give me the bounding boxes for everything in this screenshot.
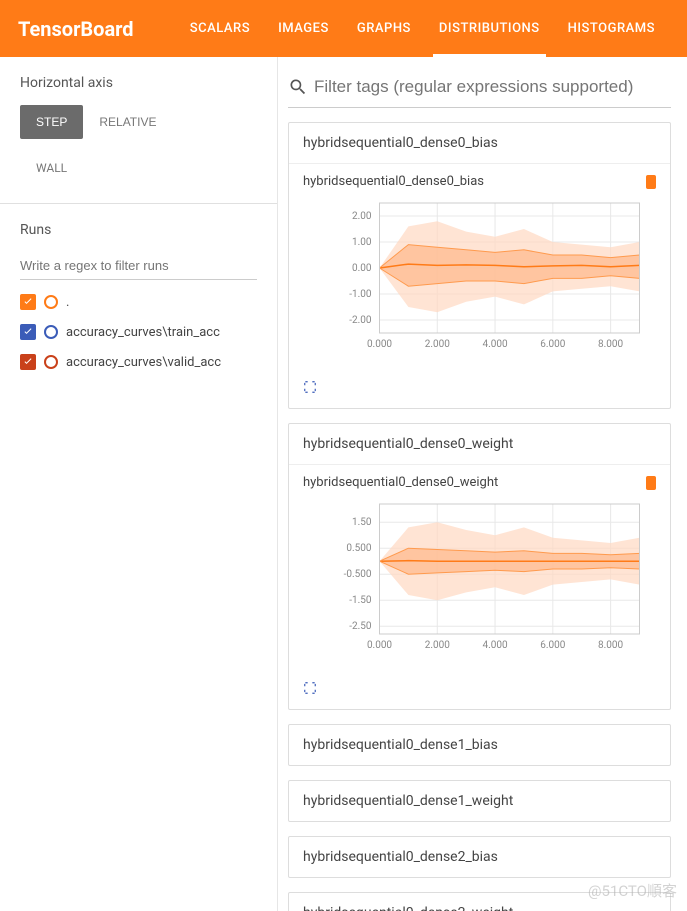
svg-text:-2.00: -2.00 [349,315,372,326]
run-label: . [66,295,69,310]
search-bar [288,71,671,108]
svg-text:0.00: 0.00 [352,263,372,274]
card-header[interactable]: hybridsequential0_dense0_bias [289,123,670,164]
app-logo: TensorBoard [18,17,134,41]
chart-title: hybridsequential0_dense0_bias [303,174,484,189]
svg-text:1.00: 1.00 [352,237,372,248]
checkbox-icon[interactable] [20,294,36,310]
card-header[interactable]: hybridsequential0_dense2_bias [289,837,670,877]
svg-text:4.000: 4.000 [482,339,507,350]
run-badge-icon[interactable] [646,175,656,189]
tab-scalars[interactable]: SCALARS [176,0,264,57]
tag-filter-input[interactable] [314,77,671,97]
svg-text:6.000: 6.000 [540,640,565,651]
watermark: @51CTO順客 [588,880,677,901]
tab-graphs[interactable]: GRAPHS [343,0,425,57]
run-label: accuracy_curves\valid_acc [66,355,221,370]
run-label: accuracy_curves\train_acc [66,325,220,340]
card: hybridsequential0_dense0_weight hybridse… [288,423,671,710]
runs-section-title: Runs [20,222,257,238]
run-badge-icon[interactable] [646,476,656,490]
nav-tabs: SCALARS IMAGES GRAPHS DISTRIBUTIONS HIST… [176,0,669,57]
distribution-chart: 1.50 0.500 -0.500 -1.50 -2.50 0.000 2.000 4.000… [303,494,656,664]
card: hybridsequential0_dense0_bias hybridsequ… [288,122,671,409]
runs-filter-input[interactable] [20,252,257,280]
svg-text:8.000: 8.000 [598,339,623,350]
axis-relative-button[interactable]: RELATIVE [83,105,172,139]
card-header[interactable]: hybridsequential0_dense1_weight [289,781,670,821]
svg-text:1.50: 1.50 [352,517,372,528]
svg-text:0.500: 0.500 [346,543,371,554]
axis-section-title: Horizontal axis [20,75,257,91]
svg-text:-1.00: -1.00 [349,289,372,300]
search-icon [288,77,308,97]
card-header[interactable]: hybridsequential0_dense1_bias [289,725,670,765]
radio-icon[interactable] [44,325,58,339]
run-row[interactable]: accuracy_curves\valid_acc [20,354,257,370]
chart-title: hybridsequential0_dense0_weight [303,475,498,490]
axis-step-button[interactable]: STEP [20,105,83,139]
radio-icon[interactable] [44,355,58,369]
card: hybridsequential0_dense1_bias [288,724,671,766]
svg-text:4.000: 4.000 [482,640,507,651]
card-header[interactable]: hybridsequential0_dense0_weight [289,424,670,465]
fullscreen-icon[interactable] [303,680,670,699]
svg-text:2.000: 2.000 [425,339,450,350]
distribution-chart: 2.00 1.00 0.00 -1.00 -2.00 0.000 2.000 4.000 6.0… [303,193,656,363]
radio-icon[interactable] [44,295,58,309]
axis-wall-button[interactable]: WALL [20,151,257,185]
svg-text:-0.500: -0.500 [344,569,372,580]
main-content: hybridsequential0_dense0_bias hybridsequ… [278,57,687,911]
svg-text:0.000: 0.000 [367,640,392,651]
svg-text:2.000: 2.000 [425,640,450,651]
tab-distributions[interactable]: DISTRIBUTIONS [425,0,554,57]
card: hybridsequential0_dense2_bias [288,836,671,878]
sidebar: Horizontal axis STEP RELATIVE WALL Runs … [0,57,278,911]
checkbox-icon[interactable] [20,324,36,340]
tab-histograms[interactable]: HISTOGRAMS [554,0,669,57]
run-row[interactable]: . [20,294,257,310]
svg-text:6.000: 6.000 [540,339,565,350]
app-header: TensorBoard SCALARS IMAGES GRAPHS DISTRI… [0,0,687,57]
fullscreen-icon[interactable] [303,379,670,398]
checkbox-icon[interactable] [20,354,36,370]
svg-text:-2.50: -2.50 [349,621,372,632]
svg-text:2.00: 2.00 [352,211,372,222]
svg-text:8.000: 8.000 [598,640,623,651]
divider [0,203,277,204]
tab-images[interactable]: IMAGES [264,0,343,57]
svg-text:-1.50: -1.50 [349,595,372,606]
card: hybridsequential0_dense1_weight [288,780,671,822]
run-row[interactable]: accuracy_curves\train_acc [20,324,257,340]
svg-text:0.000: 0.000 [367,339,392,350]
